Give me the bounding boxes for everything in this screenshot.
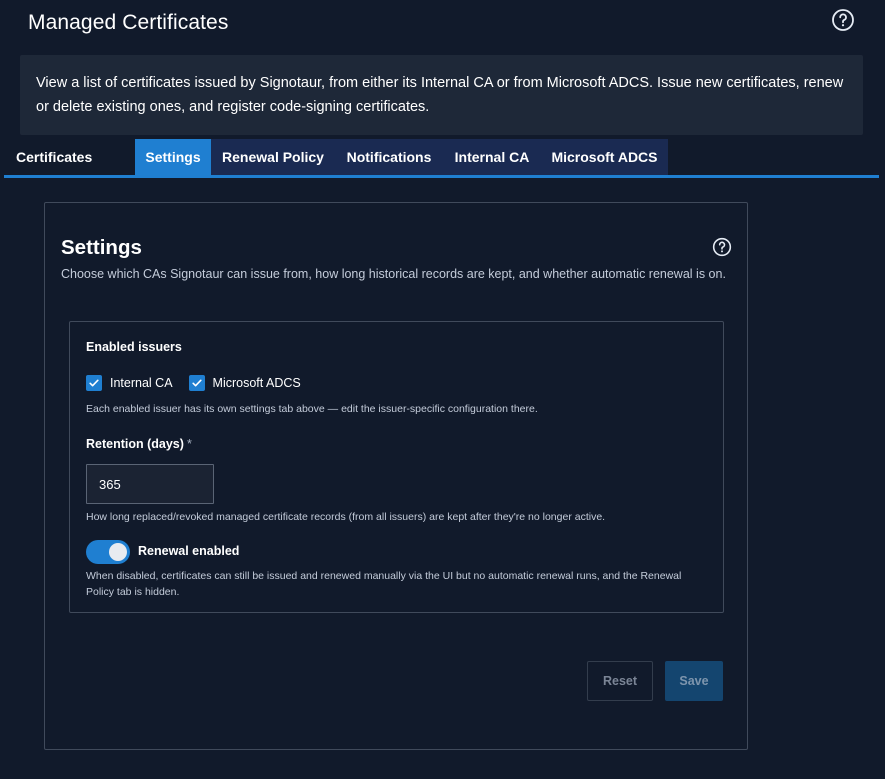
- tab-notifications[interactable]: Notifications: [335, 139, 443, 175]
- checkmark-icon: [191, 379, 202, 387]
- page-title: Managed Certificates: [28, 11, 229, 34]
- tab-renewal-policy[interactable]: Renewal Policy: [211, 139, 335, 175]
- retention-hint: How long replaced/revoked managed certif…: [86, 511, 606, 523]
- retention-label-text: Retention (days): [86, 437, 184, 451]
- renewal-enabled-toggle[interactable]: [86, 540, 130, 564]
- tab-microsoft-adcs[interactable]: Microsoft ADCS: [541, 139, 668, 175]
- settings-description: Choose which CAs Signotaur can issue fro…: [61, 267, 726, 281]
- tab-certificates[interactable]: Certificates: [4, 139, 104, 175]
- internal-ca-checkbox[interactable]: [86, 375, 102, 391]
- tab-internal-ca[interactable]: Internal CA: [443, 139, 541, 175]
- save-button[interactable]: Save: [665, 661, 723, 701]
- toggle-knob: [109, 543, 127, 561]
- microsoft-adcs-checkbox[interactable]: [188, 375, 205, 391]
- banner-text: View a list of certificates issued by Si…: [36, 75, 844, 115]
- internal-ca-label[interactable]: Internal CA: [110, 376, 173, 390]
- tab-settings[interactable]: Settings: [135, 139, 211, 175]
- retention-days-input[interactable]: [86, 464, 214, 504]
- checkmark-icon: [89, 379, 99, 387]
- renewal-enabled-label: Renewal enabled: [138, 544, 240, 558]
- microsoft-adcs-label[interactable]: Microsoft ADCS: [213, 376, 301, 390]
- question-circle-icon[interactable]: [712, 237, 732, 257]
- settings-card: Settings Choose which CAs Signotaur can …: [44, 202, 748, 750]
- settings-form: Enabled issuers Internal CA Microsoft AD…: [69, 321, 724, 613]
- managed-certificates-page: Managed Certificates View a list of cert…: [0, 0, 885, 779]
- renewal-hint: When disabled, certificates can still be…: [86, 570, 682, 598]
- page-description-banner: View a list of certificates issued by Si…: [20, 55, 863, 135]
- enabled-issuers-label: Enabled issuers: [86, 340, 182, 354]
- question-circle-icon[interactable]: [831, 8, 855, 32]
- issuers-hint: Each enabled issuer has its own settings…: [86, 403, 538, 415]
- reset-button[interactable]: Reset: [587, 661, 653, 701]
- settings-title: Settings: [61, 236, 142, 259]
- tab-bar: Certificates Settings Renewal Policy Not…: [4, 139, 879, 178]
- required-marker: *: [186, 437, 192, 451]
- issuer-checkboxes: Internal CA Microsoft ADCS: [86, 374, 317, 392]
- retention-label: Retention (days) *: [86, 437, 192, 451]
